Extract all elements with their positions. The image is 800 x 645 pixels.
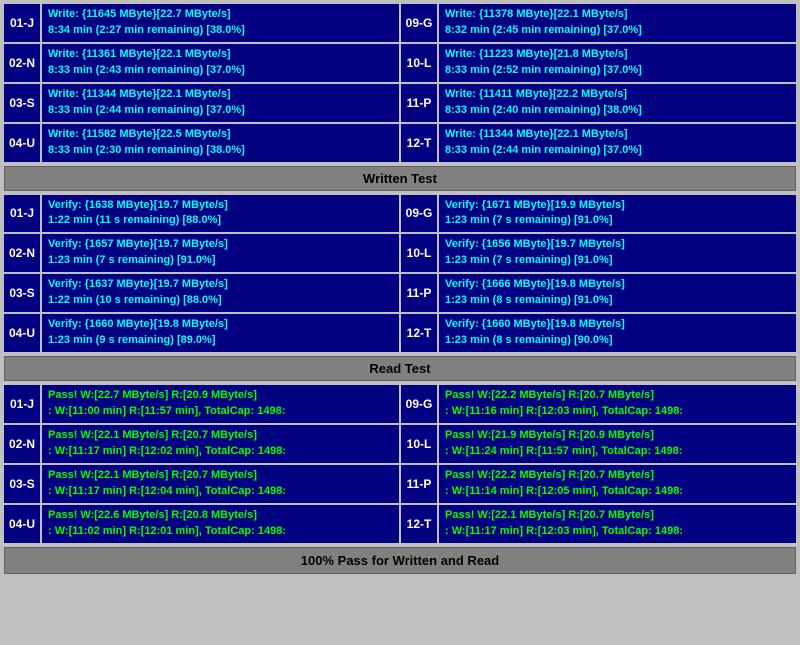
row-id-right-10-L: 10-L (401, 44, 437, 82)
row-01-J: 01-J Write: {11645 MByte}[22.7 MByte/s] … (4, 4, 796, 42)
row-id-right-09-G: 09-G (401, 195, 437, 233)
entry-right-10-L: Pass! W:[21.9 MByte/s] R:[20.9 MByte/s] … (439, 425, 796, 463)
row-id-right-11-P: 11-P (401, 84, 437, 122)
row-03-S: 03-S Pass! W:[22.1 MByte/s] R:[20.7 MByt… (4, 465, 796, 503)
entry-right-12-T: Write: {11344 MByte}[22.1 MByte/s] 8:33 … (439, 124, 796, 162)
entry-left-01-J: Pass! W:[22.7 MByte/s] R:[20.9 MByte/s] … (42, 385, 399, 423)
entry-left-02-N: Pass! W:[22.1 MByte/s] R:[20.7 MByte/s] … (42, 425, 399, 463)
row-04-U: 04-U Pass! W:[22.6 MByte/s] R:[20.8 MByt… (4, 505, 796, 543)
row-id-left-03-S: 03-S (4, 84, 40, 122)
entry-right-10-L: Write: {11223 MByte}[21.8 MByte/s] 8:33 … (439, 44, 796, 82)
pass-section: 01-J Pass! W:[22.7 MByte/s] R:[20.9 MByt… (4, 385, 796, 543)
write-section: 01-J Write: {11645 MByte}[22.7 MByte/s] … (4, 4, 796, 162)
entry-left-04-U: Pass! W:[22.6 MByte/s] R:[20.8 MByte/s] … (42, 505, 399, 543)
row-id-left-04-U: 04-U (4, 314, 40, 352)
row-id-left-02-N: 02-N (4, 425, 40, 463)
entry-left-04-U: Write: {11582 MByte}[22.5 MByte/s] 8:33 … (42, 124, 399, 162)
read-test-header: Read Test (4, 356, 796, 381)
row-03-S: 03-S Write: {11344 MByte}[22.1 MByte/s] … (4, 84, 796, 122)
entry-left-01-J: Verify: {1638 MByte}[19.7 MByte/s] 1:22 … (42, 195, 399, 233)
row-id-left-01-J: 01-J (4, 385, 40, 423)
verify-section: 01-J Verify: {1638 MByte}[19.7 MByte/s] … (4, 195, 796, 353)
row-id-right-11-P: 11-P (401, 465, 437, 503)
row-03-S: 03-S Verify: {1637 MByte}[19.7 MByte/s] … (4, 274, 796, 312)
row-id-right-10-L: 10-L (401, 425, 437, 463)
entry-left-03-S: Write: {11344 MByte}[22.1 MByte/s] 8:33 … (42, 84, 399, 122)
row-id-right-09-G: 09-G (401, 385, 437, 423)
row-id-left-01-J: 01-J (4, 4, 40, 42)
entry-right-12-T: Verify: {1660 MByte}[19.8 MByte/s] 1:23 … (439, 314, 796, 352)
entry-left-02-N: Write: {11361 MByte}[22.1 MByte/s] 8:33 … (42, 44, 399, 82)
row-02-N: 02-N Write: {11361 MByte}[22.1 MByte/s] … (4, 44, 796, 82)
row-id-left-03-S: 03-S (4, 465, 40, 503)
row-id-left-02-N: 02-N (4, 234, 40, 272)
entry-right-09-G: Verify: {1671 MByte}[19.9 MByte/s] 1:23 … (439, 195, 796, 233)
row-id-left-04-U: 04-U (4, 505, 40, 543)
entry-left-01-J: Write: {11645 MByte}[22.7 MByte/s] 8:34 … (42, 4, 399, 42)
entry-right-09-G: Pass! W:[22.2 MByte/s] R:[20.7 MByte/s] … (439, 385, 796, 423)
entry-right-09-G: Write: {11378 MByte}[22.1 MByte/s] 8:32 … (439, 4, 796, 42)
row-id-right-09-G: 09-G (401, 4, 437, 42)
entry-right-11-P: Write: {11411 MByte}[22.2 MByte/s] 8:33 … (439, 84, 796, 122)
main-container: 01-J Write: {11645 MByte}[22.7 MByte/s] … (0, 0, 800, 578)
row-id-left-01-J: 01-J (4, 195, 40, 233)
entry-right-11-P: Verify: {1666 MByte}[19.8 MByte/s] 1:23 … (439, 274, 796, 312)
row-04-U: 04-U Write: {11582 MByte}[22.5 MByte/s] … (4, 124, 796, 162)
row-04-U: 04-U Verify: {1660 MByte}[19.8 MByte/s] … (4, 314, 796, 352)
entry-right-11-P: Pass! W:[22.2 MByte/s] R:[20.7 MByte/s] … (439, 465, 796, 503)
row-id-right-12-T: 12-T (401, 124, 437, 162)
row-01-J: 01-J Verify: {1638 MByte}[19.7 MByte/s] … (4, 195, 796, 233)
row-02-N: 02-N Pass! W:[22.1 MByte/s] R:[20.7 MByt… (4, 425, 796, 463)
entry-right-12-T: Pass! W:[22.1 MByte/s] R:[20.7 MByte/s] … (439, 505, 796, 543)
row-id-left-03-S: 03-S (4, 274, 40, 312)
row-id-right-11-P: 11-P (401, 274, 437, 312)
row-id-left-02-N: 02-N (4, 44, 40, 82)
row-id-right-12-T: 12-T (401, 314, 437, 352)
row-01-J: 01-J Pass! W:[22.7 MByte/s] R:[20.9 MByt… (4, 385, 796, 423)
entry-left-03-S: Verify: {1637 MByte}[19.7 MByte/s] 1:22 … (42, 274, 399, 312)
entry-left-02-N: Verify: {1657 MByte}[19.7 MByte/s] 1:23 … (42, 234, 399, 272)
written-test-header: Written Test (4, 166, 796, 191)
row-id-left-04-U: 04-U (4, 124, 40, 162)
entry-right-10-L: Verify: {1656 MByte}[19.7 MByte/s] 1:23 … (439, 234, 796, 272)
row-02-N: 02-N Verify: {1657 MByte}[19.7 MByte/s] … (4, 234, 796, 272)
row-id-right-12-T: 12-T (401, 505, 437, 543)
row-id-right-10-L: 10-L (401, 234, 437, 272)
pass-footer: 100% Pass for Written and Read (4, 547, 796, 574)
entry-left-03-S: Pass! W:[22.1 MByte/s] R:[20.7 MByte/s] … (42, 465, 399, 503)
entry-left-04-U: Verify: {1660 MByte}[19.8 MByte/s] 1:23 … (42, 314, 399, 352)
